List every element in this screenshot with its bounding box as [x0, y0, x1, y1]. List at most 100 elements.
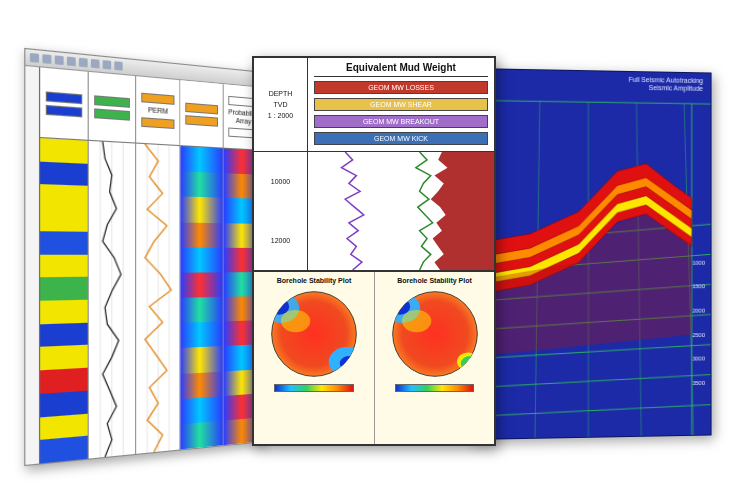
mud-weight-log: 10000 12000 — [254, 152, 494, 270]
color-scale — [274, 384, 354, 392]
depth-tick: 3500 — [692, 380, 705, 386]
stereonet-chart — [268, 288, 360, 380]
header-chip — [185, 102, 217, 114]
header-chip — [141, 117, 175, 129]
legend-bar: GEOM MW LOSSES — [314, 81, 488, 94]
depth-tick: 1000 — [692, 259, 705, 265]
log-track — [40, 67, 89, 463]
curve-track — [136, 144, 180, 454]
facies-track — [40, 138, 88, 463]
facies-band — [40, 368, 88, 394]
product-showcase: PERMProbability Array Full Seismic Autotr… — [0, 0, 753, 490]
mud-weight-curves — [308, 152, 494, 270]
heat-band — [181, 371, 223, 399]
seismic-title: Full Seismic Autotracking — [629, 76, 703, 86]
facies-band — [40, 185, 88, 209]
track-row: PERMProbability Array — [39, 67, 264, 463]
facies-band — [40, 277, 88, 301]
line-series — [416, 152, 433, 270]
header-chip — [94, 108, 129, 120]
seismic-volume-chart: 1000 1500 2000 2500 3000 3500 — [471, 90, 711, 439]
mud-weight-chart — [308, 152, 494, 270]
tvd-label: TVD — [274, 101, 288, 108]
curve-track — [89, 141, 135, 459]
facies-band — [40, 300, 88, 324]
header-chip — [141, 93, 175, 105]
log-track — [89, 72, 136, 459]
stability-plot-title: Borehole Stability Plot — [397, 277, 472, 284]
tool-button[interactable] — [91, 59, 100, 69]
stability-plot: Borehole Stability Plot — [254, 272, 374, 444]
well-log-window[interactable]: PERMProbability Array — [24, 48, 265, 466]
log-curve — [136, 144, 180, 454]
depth-tick: 3000 — [692, 355, 705, 361]
header-chip — [185, 115, 217, 127]
heat-band — [181, 146, 223, 173]
mud-weight-window[interactable]: DEPTH TVD 1 : 2000 Equivalent Mud Weight GEO… — [252, 56, 496, 446]
heat-band — [181, 171, 223, 198]
tool-button[interactable] — [79, 58, 88, 68]
depth-tick: 2500 — [692, 331, 705, 337]
seismic-titles: Full Seismic AutotrackingSeismic Amplitu… — [471, 69, 711, 94]
heat-band — [181, 322, 223, 349]
line-series — [341, 152, 363, 270]
stereonet-chart — [389, 288, 481, 380]
heat-band — [181, 346, 223, 373]
facies-band — [40, 231, 88, 254]
log-curve — [89, 141, 135, 459]
facies-band — [40, 161, 88, 186]
scale-label: 1 : 2000 — [268, 112, 293, 119]
mud-weight-header: DEPTH TVD 1 : 2000 Equivalent Mud Weight GEO… — [254, 58, 494, 152]
facies-band — [40, 322, 88, 347]
heat-band — [181, 247, 223, 272]
legend-bar: GEOM MW SHEAR — [314, 98, 488, 111]
heat-band — [181, 197, 223, 223]
log-track: PERM — [136, 76, 181, 454]
tool-button[interactable] — [114, 61, 122, 70]
track-header[interactable] — [40, 67, 88, 140]
legend-bar: GEOM MW KICK — [314, 132, 488, 145]
track-label: PERM — [148, 106, 168, 116]
tool-button[interactable] — [103, 60, 111, 69]
legend-bar: GEOM MW BREAKOUT — [314, 115, 488, 128]
header-chip — [46, 91, 83, 104]
facies-band — [40, 254, 88, 277]
header-chip — [94, 95, 129, 108]
depth-tick: 12000 — [271, 237, 290, 244]
seismic-subtitle: Seismic Amplitude — [649, 84, 703, 93]
track-header[interactable] — [89, 72, 135, 144]
heat-track — [181, 146, 223, 449]
depth-tick: 10000 — [271, 178, 290, 185]
mud-weight-title: Equivalent Mud Weight — [314, 62, 488, 77]
heat-band — [181, 272, 223, 298]
track-header[interactable] — [181, 80, 223, 148]
log-track — [181, 80, 224, 449]
depth-tick: 1500 — [692, 283, 705, 289]
facies-band — [40, 138, 88, 163]
depth-header: DEPTH TVD 1 : 2000 — [254, 58, 308, 151]
fill-series — [431, 152, 494, 270]
tool-button[interactable] — [67, 57, 76, 67]
stability-plots: Borehole Stability Plot Borehole Stabilit… — [254, 270, 494, 444]
heat-band — [181, 396, 223, 424]
stability-plot: Borehole Stability Plot — [374, 272, 494, 444]
facies-band — [40, 436, 88, 463]
facies-band — [40, 208, 88, 232]
seismic-window[interactable]: Full Seismic AutotrackingSeismic Amplitu… — [470, 68, 712, 440]
heat-band — [181, 421, 223, 450]
depth-tick: 2000 — [692, 307, 705, 313]
tool-button[interactable] — [30, 53, 39, 63]
tool-button[interactable] — [55, 55, 64, 65]
header-chip — [46, 104, 83, 117]
facies-band — [40, 345, 88, 370]
heat-band — [181, 222, 223, 247]
heat-band — [181, 297, 223, 323]
depth-label: DEPTH — [269, 90, 293, 97]
tool-button[interactable] — [42, 54, 51, 64]
seismic-canvas[interactable]: 1000 1500 2000 2500 3000 3500 — [471, 90, 711, 439]
stability-plot-title: Borehole Stability Plot — [277, 277, 352, 284]
track-header[interactable]: PERM — [136, 76, 180, 146]
depth-column: 10000 12000 — [254, 152, 308, 270]
legend: Equivalent Mud Weight GEOM MW LOSSES GEOM … — [308, 58, 494, 151]
color-scale — [395, 384, 475, 392]
